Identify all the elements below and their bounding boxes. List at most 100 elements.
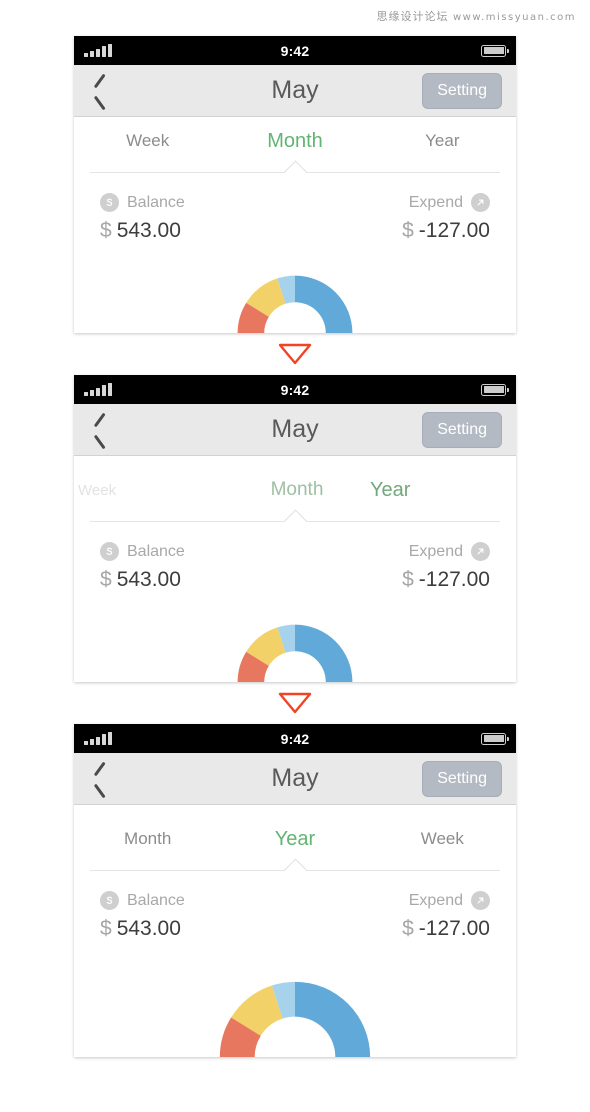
balance-block: Balance $543.00 (100, 542, 185, 592)
separator-2 (74, 682, 516, 724)
balance-label: Balance (127, 193, 185, 211)
nav-bar: May Setting (74, 753, 516, 805)
expend-head: Expend (409, 193, 490, 212)
balance-amount: 543.00 (116, 568, 181, 591)
expend-label: Expend (408, 193, 463, 211)
status-bar: 9:42 (74, 36, 516, 65)
tab-list: Month Year Week (74, 819, 516, 859)
watermark-cn: 思缘设计论坛 (376, 10, 449, 23)
expend-block: Expend $ -127.00 (402, 193, 490, 243)
expend-amount: -127.00 (418, 917, 490, 940)
mockup-stack: 9:42 May Setting Week Month Year Balance… (74, 36, 516, 1057)
dollar-circle-icon (100, 193, 119, 212)
tab-month[interactable]: Month (74, 829, 221, 849)
balance-value-row: $543.00 (100, 917, 185, 941)
phone-screen-month: 9:42 May Setting Week Month Year Balance… (74, 36, 516, 333)
watermark: 思缘设计论坛 www.missyuan.com (377, 8, 577, 24)
segmented-tabs-year: Month Year Week (74, 805, 516, 883)
balance-amount: 543.00 (116, 917, 181, 940)
arrow-up-right-circle-icon (471, 542, 490, 561)
triangle-down-icon (278, 692, 312, 714)
expend-head: Expend (409, 891, 490, 910)
segmented-tabs-month: Week Month Year (74, 117, 516, 185)
expend-amount: -127.00 (418, 568, 490, 591)
balance-label: Balance (127, 891, 185, 909)
status-bar: 9:42 (74, 724, 516, 753)
separator-1 (74, 333, 516, 375)
status-time: 9:42 (280, 381, 310, 398)
half-donut-svg (219, 981, 371, 1057)
balance-amount: 543.00 (116, 219, 181, 242)
expend-label: Expend (408, 542, 463, 560)
balance-block: Balance $543.00 (100, 193, 185, 243)
segmented-tabs-transition: Week Month Year (74, 456, 516, 534)
setting-button[interactable]: Setting (422, 411, 502, 448)
donut-chart-month (74, 249, 516, 333)
status-bar: 9:42 (74, 375, 516, 404)
summary-row: Balance $543.00 Expend $ -127.00 (74, 175, 516, 243)
watermark-url: www.missyuan.com (453, 12, 576, 23)
expend-head: Expend (409, 542, 490, 561)
expend-label: Expend (408, 891, 463, 909)
chart-segment-blue (295, 275, 353, 333)
setting-button[interactable]: Setting (422, 760, 502, 797)
expend-currency: $ (402, 568, 414, 591)
donut-chart-transition (74, 598, 516, 682)
back-chevron-icon[interactable] (88, 76, 114, 106)
arrow-up-right-circle-icon (471, 193, 490, 212)
tab-month[interactable]: Month (221, 130, 368, 153)
battery-icon (481, 383, 509, 396)
balance-currency: $ (100, 219, 112, 242)
triangle-down-icon (278, 343, 312, 365)
expend-value-row: $ -127.00 (402, 568, 490, 592)
half-donut-svg (237, 624, 353, 682)
back-chevron-icon[interactable] (88, 764, 114, 794)
chart-segment-blue (295, 624, 353, 682)
summary-row: Balance $543.00 Expend $ -127.00 (74, 873, 516, 941)
expend-block: Expend $ -127.00 (402, 891, 490, 941)
summary-row: Balance $543.00 Expend $ -127.00 (74, 524, 516, 592)
half-donut-svg (237, 275, 353, 333)
tab-list: Week Month Year (74, 470, 516, 510)
expend-currency: $ (402, 219, 414, 242)
tab-year[interactable]: Year (369, 131, 516, 151)
tab-indicator-rule (90, 858, 500, 883)
expend-value-row: $ -127.00 (402, 917, 490, 941)
balance-head: Balance (100, 891, 185, 910)
tab-indicator-rule (90, 160, 500, 185)
balance-value-row: $543.00 (100, 568, 185, 592)
balance-block: Balance $543.00 (100, 891, 185, 941)
back-chevron-icon[interactable] (88, 415, 114, 445)
chart-segment-blue (295, 981, 371, 1057)
tab-list: Week Month Year (74, 121, 516, 161)
battery-icon (481, 732, 509, 745)
battery-icon (481, 44, 509, 57)
balance-currency: $ (100, 568, 112, 591)
status-time: 9:42 (280, 42, 310, 59)
balance-currency: $ (100, 917, 112, 940)
balance-label: Balance (127, 542, 185, 560)
arrow-up-right-circle-icon (471, 891, 490, 910)
expend-value-row: $ -127.00 (402, 219, 490, 243)
nav-bar: May Setting (74, 404, 516, 456)
tab-year[interactable]: Year (370, 479, 516, 502)
dollar-circle-icon (100, 891, 119, 910)
balance-head: Balance (100, 542, 185, 561)
dollar-circle-icon (100, 542, 119, 561)
nav-bar: May Setting (74, 65, 516, 117)
balance-value-row: $543.00 (100, 219, 185, 243)
tab-week[interactable]: Week (369, 829, 516, 849)
tab-week[interactable]: Week (74, 131, 221, 151)
balance-head: Balance (100, 193, 185, 212)
phone-screen-year: 9:42 May Setting Month Year Week Balance… (74, 724, 516, 1057)
status-time: 9:42 (280, 730, 310, 747)
donut-chart-year (74, 947, 516, 1057)
tab-month[interactable]: Month (224, 479, 370, 501)
tab-week[interactable]: Week (74, 482, 224, 499)
tab-indicator-rule (90, 509, 500, 534)
setting-button[interactable]: Setting (422, 72, 502, 109)
expend-currency: $ (402, 917, 414, 940)
tab-year[interactable]: Year (221, 828, 368, 851)
expend-amount: -127.00 (418, 219, 490, 242)
expend-block: Expend $ -127.00 (402, 542, 490, 592)
